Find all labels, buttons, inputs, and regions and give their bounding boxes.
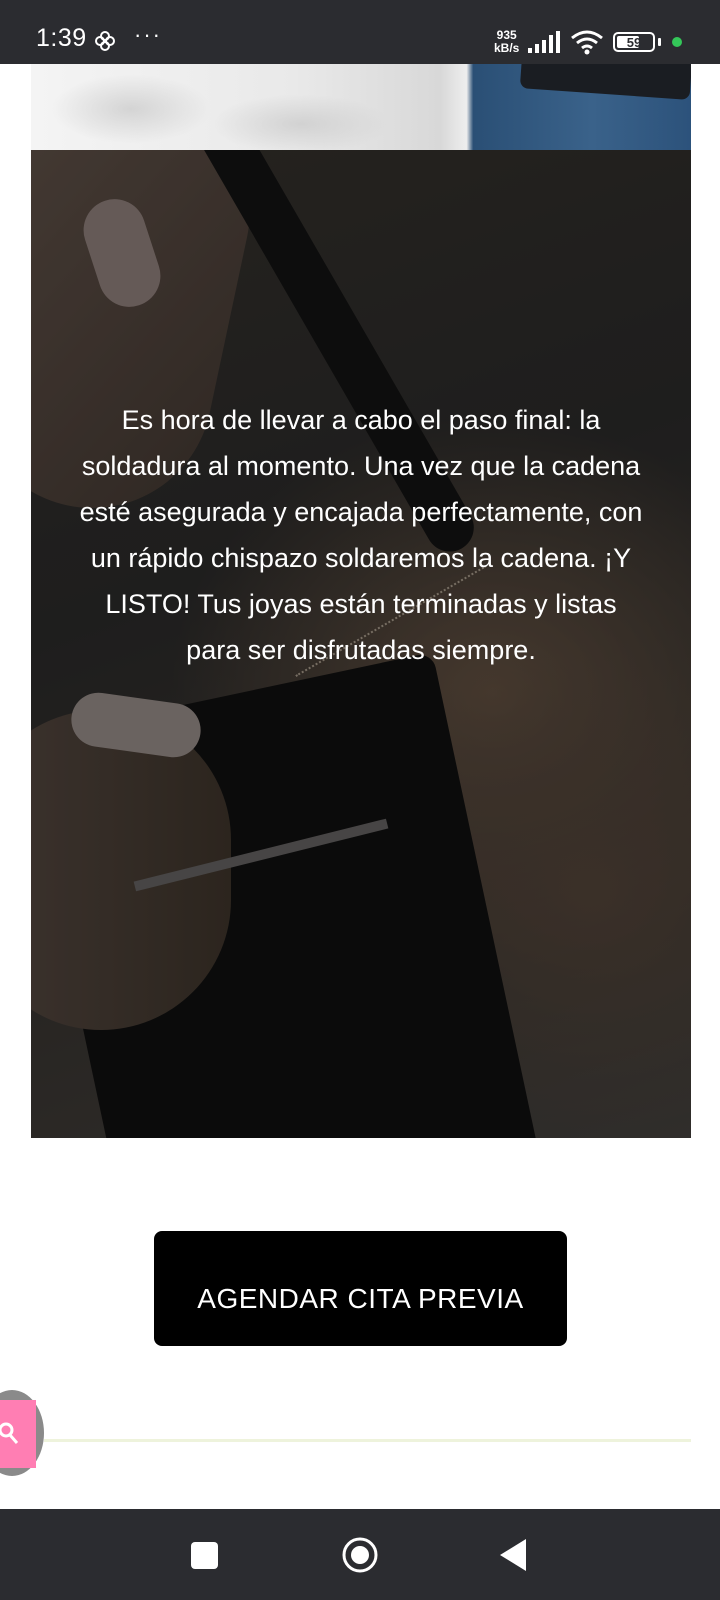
device-photo (519, 64, 691, 100)
back-icon[interactable] (498, 1538, 528, 1572)
wifi-icon (570, 29, 604, 60)
hero-text: Es hora de llevar a cabo el paso final: … (79, 405, 643, 665)
top-photo (31, 64, 691, 150)
recent-apps-icon[interactable] (191, 1542, 218, 1569)
hero-image: Es hora de llevar a cabo el paso final: … (31, 150, 691, 1138)
fabric-fold (211, 94, 391, 150)
network-speed-unit: kB/s (494, 41, 520, 55)
divider (44, 1439, 691, 1442)
fabric-fold (51, 74, 211, 144)
status-bar: 1:39 ··· 935 kB/s 59 (0, 0, 720, 64)
battery-icon: 59 (613, 32, 655, 52)
privacy-indicator-dot (672, 37, 682, 47)
home-icon[interactable] (341, 1536, 379, 1574)
search-icon (0, 1420, 24, 1453)
signal-icon (528, 31, 562, 58)
battery-level: 59 (626, 35, 642, 50)
fan-icon (94, 30, 116, 57)
network-speed: 935 kB/s (494, 29, 519, 55)
battery-tip (658, 38, 661, 46)
more-notifications-indicator: ··· (134, 22, 162, 47)
floating-search-button[interactable] (0, 1400, 36, 1468)
status-time: 1:39 (36, 24, 87, 52)
book-appointment-button[interactable]: AGENDAR CITA PREVIA (154, 1231, 567, 1346)
